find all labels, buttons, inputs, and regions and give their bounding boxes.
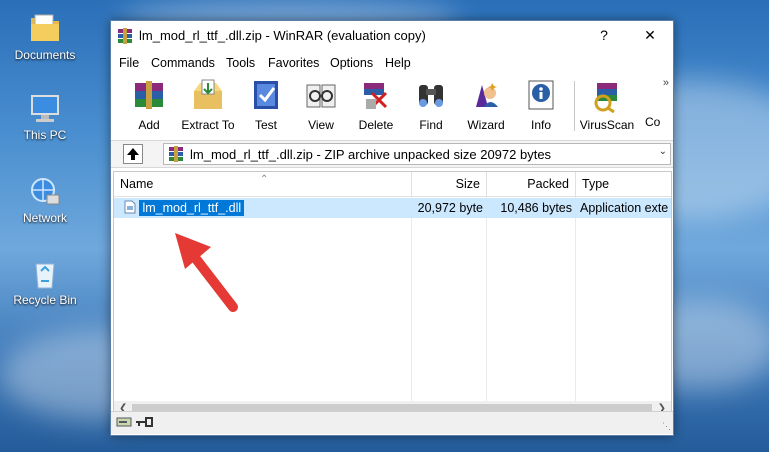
test-button[interactable]: Test	[239, 77, 293, 132]
comment-icon	[639, 77, 659, 113]
tool-label: Co	[645, 115, 661, 129]
add-icon	[135, 81, 163, 109]
documents-icon	[31, 14, 59, 41]
zip-archive-icon	[169, 146, 183, 162]
winrar-app-icon	[118, 28, 132, 44]
tool-label: Info	[530, 118, 551, 132]
wizard-icon	[476, 83, 498, 107]
address-field[interactable]: lm_mod_rl_ttf_.dll.zip - ZIP archive unp…	[163, 143, 671, 165]
view-button[interactable]: View	[294, 77, 348, 132]
network-icon	[31, 178, 60, 205]
desktop-icon-this-pc[interactable]: This PC	[7, 92, 83, 142]
title-bar[interactable]: lm_mod_rl_ttf_.dll.zip - WinRAR (evaluat…	[111, 21, 673, 51]
chevron-down-icon[interactable]: ⌄	[659, 146, 667, 157]
toolbar: Add Extract To Test View Delete Find Wiz…	[111, 75, 673, 135]
info-icon	[528, 80, 554, 110]
column-header-label: Size	[455, 177, 480, 191]
column-header-label: Packed	[527, 177, 569, 191]
binoculars-icon	[419, 85, 443, 107]
column-header-size[interactable]: Size	[412, 172, 487, 196]
tool-label: VirusScan	[579, 118, 635, 132]
file-name: lm_mod_rl_ttf_.dll	[139, 200, 245, 216]
red-arrow-icon	[175, 233, 238, 312]
test-icon	[254, 81, 278, 109]
view-icon	[306, 84, 336, 108]
tool-label: Wizard	[467, 118, 505, 132]
desktop-icon-recycle-bin[interactable]: Recycle Bin	[7, 257, 83, 307]
dll-file-icon	[124, 200, 136, 214]
desktop-icon-label: This PC	[23, 128, 67, 142]
file-type-cell: Application exte	[580, 201, 669, 215]
table-row[interactable]: lm_mod_rl_ttf_.dll 20,972 byte 10,486 by…	[114, 198, 671, 218]
computer-icon	[31, 95, 59, 122]
desktop-icon-label: Network	[22, 211, 67, 225]
window-title: lm_mod_rl_ttf_.dll.zip - WinRAR (evaluat…	[139, 28, 426, 43]
recycle-bin-icon	[35, 263, 55, 289]
tool-label: Find	[419, 118, 443, 132]
delete-icon	[364, 83, 388, 109]
sort-ascending-icon: ⌃	[260, 174, 269, 185]
address-text: lm_mod_rl_ttf_.dll.zip - ZIP archive unp…	[190, 147, 552, 162]
column-header-row: Name ⌃ Size Packed Type	[114, 172, 671, 197]
key-icon[interactable]	[135, 416, 153, 428]
virusscan-button[interactable]: VirusScan	[577, 77, 637, 132]
column-header-name[interactable]: Name ⌃	[114, 172, 412, 196]
arrow-up-icon	[127, 148, 139, 160]
toolbar-separator	[574, 81, 575, 131]
tool-label: Extract To	[181, 118, 235, 132]
menu-options[interactable]: Options	[330, 56, 373, 70]
up-one-level-button[interactable]	[123, 144, 143, 164]
add-button[interactable]: Add	[122, 77, 176, 132]
file-size-cell: 20,972 byte	[417, 201, 483, 215]
tool-label: Test	[254, 118, 277, 132]
close-button[interactable]: ✕	[637, 25, 663, 45]
menu-bar: File Commands Tools Favorites Options He…	[111, 53, 673, 73]
desktop-icon-documents[interactable]: Documents	[7, 10, 83, 62]
info-button[interactable]: Info	[514, 77, 568, 132]
help-button[interactable]: ?	[591, 25, 617, 45]
find-button[interactable]: Find	[404, 77, 458, 132]
wizard-button[interactable]: Wizard	[459, 77, 513, 132]
extract-to-button[interactable]: Extract To	[180, 77, 236, 132]
column-header-type[interactable]: Type	[576, 172, 671, 196]
desktop-icon-label: Recycle Bin	[13, 293, 77, 307]
resize-grip-icon[interactable]: ⋱	[662, 421, 671, 432]
extract-icon	[194, 79, 222, 109]
tool-label: Add	[138, 118, 160, 132]
menu-tools[interactable]: Tools	[226, 56, 255, 70]
menu-favorites[interactable]: Favorites	[268, 56, 319, 70]
desktop-icon-network[interactable]: Network	[7, 175, 83, 225]
desktop-icon-label: Documents	[14, 48, 76, 62]
drive-icon[interactable]	[116, 416, 132, 428]
file-packed-cell: 10,486 bytes	[500, 201, 572, 215]
delete-button[interactable]: Delete	[349, 77, 403, 132]
toolbar-overflow-chevron-icon[interactable]: »	[663, 77, 669, 89]
address-bar: lm_mod_rl_ttf_.dll.zip - ZIP archive unp…	[111, 140, 673, 168]
menu-help[interactable]: Help	[385, 56, 411, 70]
menu-commands[interactable]: Commands	[151, 56, 215, 70]
comment-button[interactable]: Co	[637, 77, 661, 129]
file-name-cell: lm_mod_rl_ttf_.dll	[120, 198, 414, 218]
virusscan-icon	[594, 83, 617, 114]
status-bar: ⋱	[111, 411, 673, 434]
column-header-packed[interactable]: Packed	[487, 172, 576, 196]
tool-label: View	[308, 118, 334, 132]
tool-label: Delete	[358, 118, 394, 132]
column-header-label: Type	[582, 177, 610, 191]
column-header-label: Name	[120, 177, 154, 191]
menu-file[interactable]: File	[119, 56, 139, 70]
